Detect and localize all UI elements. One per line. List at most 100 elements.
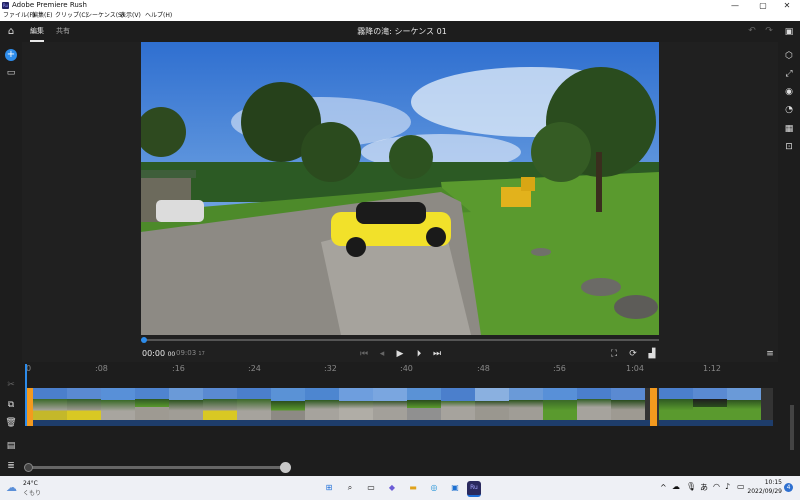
tab-share[interactable]: 共有 [56, 21, 70, 42]
tick-label: :16 [172, 364, 185, 373]
audio-icon[interactable]: ▦ [783, 124, 795, 136]
go-to-end-icon[interactable]: ⏭ [431, 349, 443, 361]
weather-desc: くもり [23, 490, 42, 497]
fullscreen-icon[interactable]: ⛶ [608, 349, 620, 361]
color-icon[interactable]: ◉ [783, 87, 795, 99]
file-explorer-icon[interactable]: ▬ [406, 481, 420, 495]
panel-menu-icon[interactable]: ≡ [764, 349, 776, 361]
clip-thumbnail [693, 388, 727, 420]
tick-label: :24 [248, 364, 261, 373]
clip-audio-bar [659, 420, 773, 426]
video-clip[interactable] [33, 388, 653, 426]
delete-icon[interactable]: 🗑 [5, 418, 17, 430]
clip-thumbnail [169, 388, 203, 420]
clip-thumbnail [203, 388, 237, 420]
minimize-button[interactable]: — [722, 0, 748, 11]
resolution-icon[interactable]: ▟ [646, 349, 658, 361]
start-icon[interactable]: ⊞ [322, 481, 336, 495]
menu-sequence[interactable]: シーケンス(S) [86, 11, 124, 21]
playhead[interactable] [25, 364, 27, 426]
duplicate-icon[interactable]: ⧉ [5, 400, 17, 412]
video-clip[interactable] [659, 388, 773, 426]
current-timecode: 00:00 00 [142, 349, 176, 358]
tab-edit[interactable]: 編集 [30, 21, 44, 42]
volume-icon[interactable]: ♪ [725, 482, 730, 491]
titles-icon[interactable]: ⬡ [783, 51, 795, 63]
clock-date[interactable]: 2022/09/29 [740, 488, 782, 495]
clip-thumbnail [305, 388, 339, 420]
add-media-button[interactable]: + [5, 49, 17, 61]
tick-label: :56 [553, 364, 566, 373]
zoom-slider-start[interactable] [24, 463, 33, 472]
premiere-rush-taskbar-icon[interactable]: Ru [467, 481, 481, 497]
home-icon[interactable]: ⌂ [5, 27, 17, 39]
cut-icon[interactable]: ✂ [5, 380, 17, 392]
transitions-icon[interactable]: ⤢ [783, 69, 795, 81]
clip-thumbnail [101, 388, 135, 420]
onedrive-icon[interactable]: ☁ [672, 482, 680, 491]
task-view-icon[interactable]: ▭ [364, 481, 378, 495]
title-bar: Ru Adobe Premiere Rush — ▢ ✕ [0, 0, 800, 11]
menu-file[interactable]: ファイル(F) [3, 11, 35, 21]
wifi-icon[interactable]: ◠ [713, 482, 720, 491]
maximize-button[interactable]: ▢ [750, 0, 776, 11]
windows-taskbar: ☁ 24°C くもり ⊞ ⌕ ▭ ◆ ▬ ◎ ▣ Ru ^ ☁ 🎙 あ ◠ ♪ … [0, 476, 800, 500]
video-track[interactable] [33, 388, 773, 426]
close-button[interactable]: ✕ [774, 0, 800, 11]
archive-icon[interactable]: ▭ [5, 68, 17, 80]
menu-view[interactable]: 表示(V) [120, 11, 141, 21]
clip-thumbnail [339, 388, 373, 420]
scrub-handle[interactable] [141, 337, 147, 343]
comment-icon[interactable]: ▣ [783, 27, 795, 39]
tick-label: 1:12 [703, 364, 721, 373]
tick-label: :08 [95, 364, 108, 373]
track-layout-icon[interactable]: ▤ [5, 441, 17, 453]
total-duration: 09:03 17 [176, 349, 205, 357]
clock-time[interactable]: 10:15 [752, 479, 782, 486]
zoom-slider-track[interactable] [27, 466, 285, 469]
clip-thumbnail [475, 388, 509, 420]
clip-thumbnail [577, 388, 611, 420]
step-forward-icon[interactable]: ⏵ [413, 349, 425, 361]
redo-icon[interactable]: ↷ [763, 26, 775, 38]
loop-icon[interactable]: ⟳ [627, 349, 639, 361]
ime-indicator[interactable]: あ [700, 482, 708, 493]
play-button[interactable]: ▶ [394, 349, 406, 361]
notification-badge[interactable]: 4 [784, 483, 793, 492]
clip-thumbnail [67, 388, 101, 420]
undo-icon[interactable]: ↶ [746, 26, 758, 38]
weather-temp: 24°C [23, 480, 38, 487]
search-icon[interactable]: ⌕ [343, 481, 357, 495]
video-preview[interactable] [141, 42, 659, 335]
scrub-bar[interactable] [141, 339, 659, 341]
microphone-icon[interactable]: 🎙 [686, 482, 696, 491]
tick-label: :32 [324, 364, 337, 373]
clip-thumbnail [407, 388, 441, 420]
clip-thumbnail [441, 388, 475, 420]
clip-audio-bar [33, 420, 653, 426]
clip-thumbnail [611, 388, 645, 420]
menu-clip[interactable]: クリップ(C) [55, 11, 88, 21]
clip-thumbnail [543, 388, 577, 420]
clip-trim-handle-left[interactable] [26, 388, 33, 426]
weather-icon[interactable]: ☁ [6, 481, 17, 494]
timeline-ruler[interactable]: 0 :08 :16 :24 :32 :40 :48 :56 1:04 1:12 [22, 362, 778, 376]
track-options-icon[interactable]: ≣ [5, 461, 17, 473]
edge-icon[interactable]: ◎ [427, 481, 441, 495]
chat-icon[interactable]: ◆ [385, 481, 399, 495]
clip-thumbnail [509, 388, 543, 420]
timeline-scrollbar[interactable] [790, 405, 794, 450]
crop-icon[interactable]: ⊡ [783, 142, 795, 154]
clip-thumbnail [237, 388, 271, 420]
go-to-start-icon[interactable]: ⏮ [358, 349, 370, 361]
tick-label: :40 [400, 364, 413, 373]
step-back-icon[interactable]: ◂ [376, 349, 388, 361]
menu-help[interactable]: ヘルプ(H) [145, 11, 172, 21]
clip-thumbnail [271, 388, 305, 420]
store-icon[interactable]: ▣ [448, 481, 462, 495]
menu-edit[interactable]: 編集(E) [32, 11, 52, 21]
zoom-slider-handle[interactable] [280, 462, 291, 473]
chevron-up-icon[interactable]: ^ [660, 483, 667, 492]
speed-icon[interactable]: ◔ [783, 105, 795, 117]
clip-trim-handle-right[interactable] [650, 388, 657, 426]
